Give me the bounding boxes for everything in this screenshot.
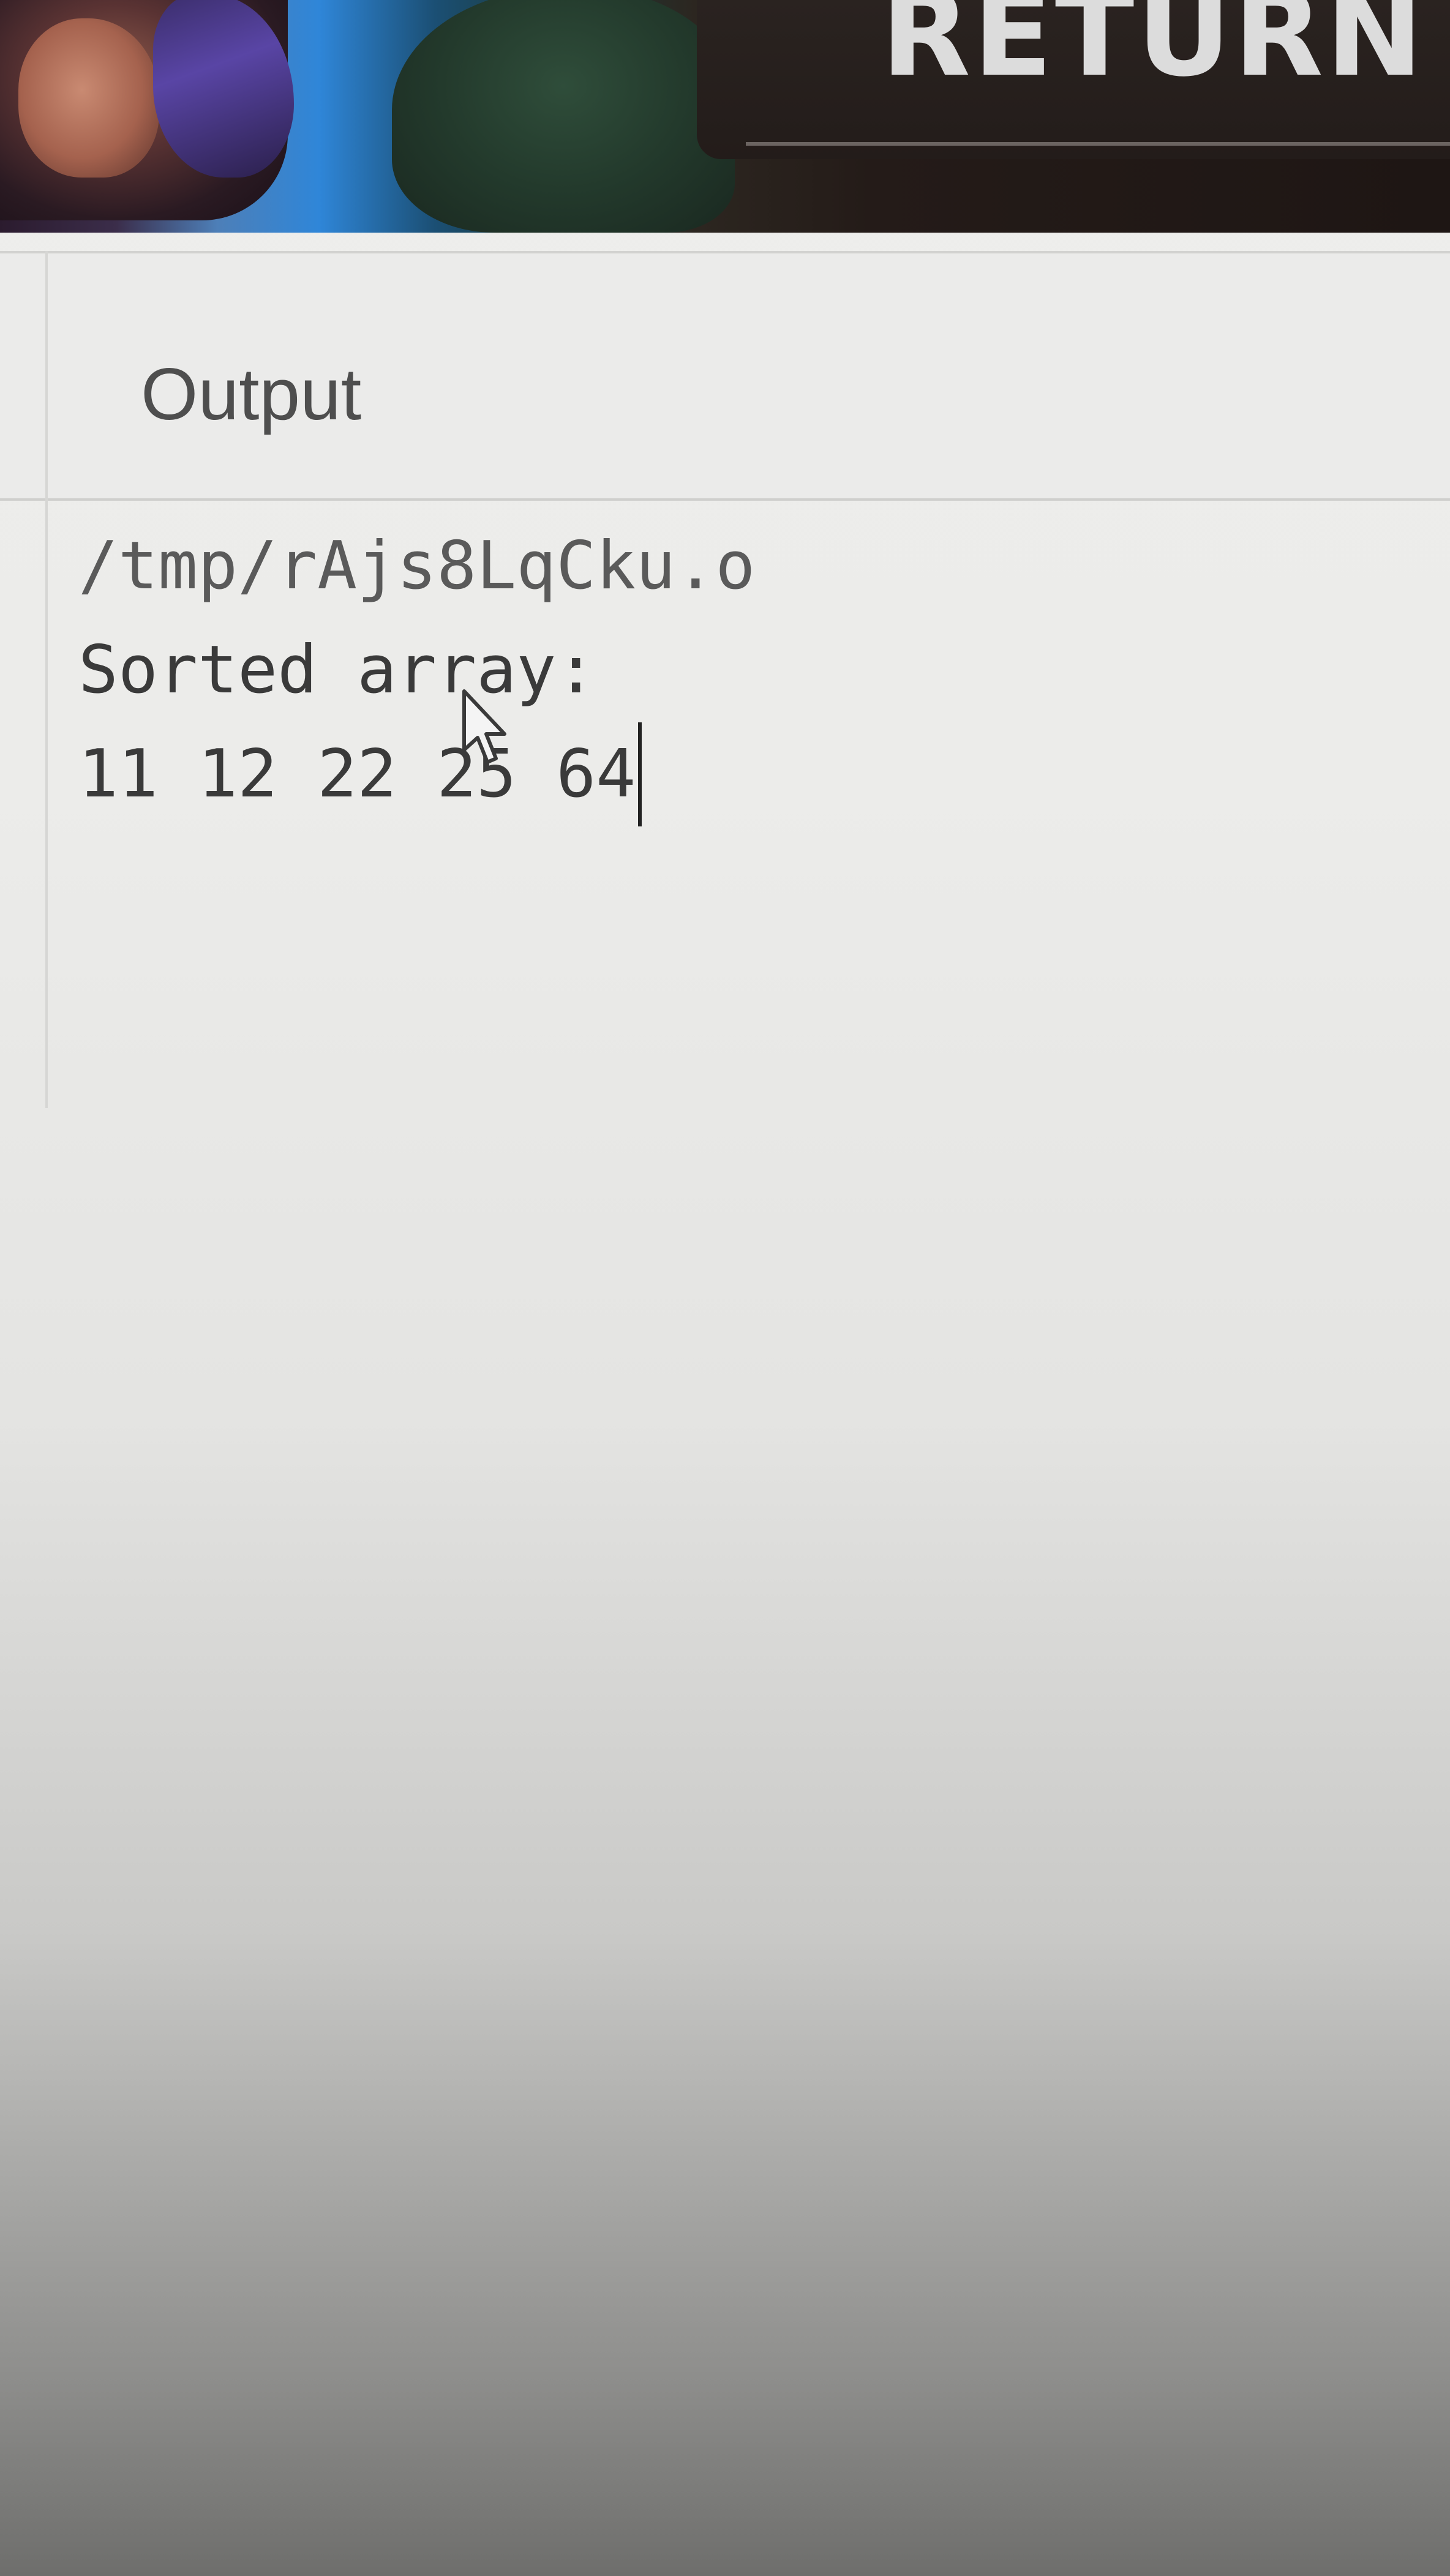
panel-left-border bbox=[45, 251, 48, 1108]
output-panel: Output /tmp/rAjs8LqCku.o Sorted array: 1… bbox=[0, 227, 1450, 2576]
console-output[interactable]: /tmp/rAjs8LqCku.o Sorted array: 11 12 22… bbox=[78, 514, 1426, 826]
return-button[interactable]: RETURN bbox=[697, 0, 1450, 159]
text-caret-icon bbox=[638, 722, 642, 826]
console-line-path: /tmp/rAjs8LqCku.o bbox=[78, 528, 756, 604]
return-button-label: RETURN bbox=[881, 0, 1426, 102]
console-values-text: 11 12 22 25 64 bbox=[78, 736, 636, 812]
banner-tree-art bbox=[392, 0, 735, 233]
output-title: Output bbox=[141, 353, 362, 435]
top-banner-ad[interactable]: RETURN bbox=[0, 0, 1450, 233]
banner-character-face bbox=[18, 18, 159, 178]
console-line-heading: Sorted array: bbox=[78, 632, 596, 708]
screen: RETURN Output /tmp/rAjs8LqCku.o Sorted a… bbox=[0, 0, 1450, 2576]
return-underline bbox=[746, 142, 1450, 146]
mouse-pointer-icon bbox=[462, 689, 506, 764]
console-line-values: 11 12 22 25 64 bbox=[78, 722, 1426, 826]
output-header: Output bbox=[0, 251, 1450, 501]
